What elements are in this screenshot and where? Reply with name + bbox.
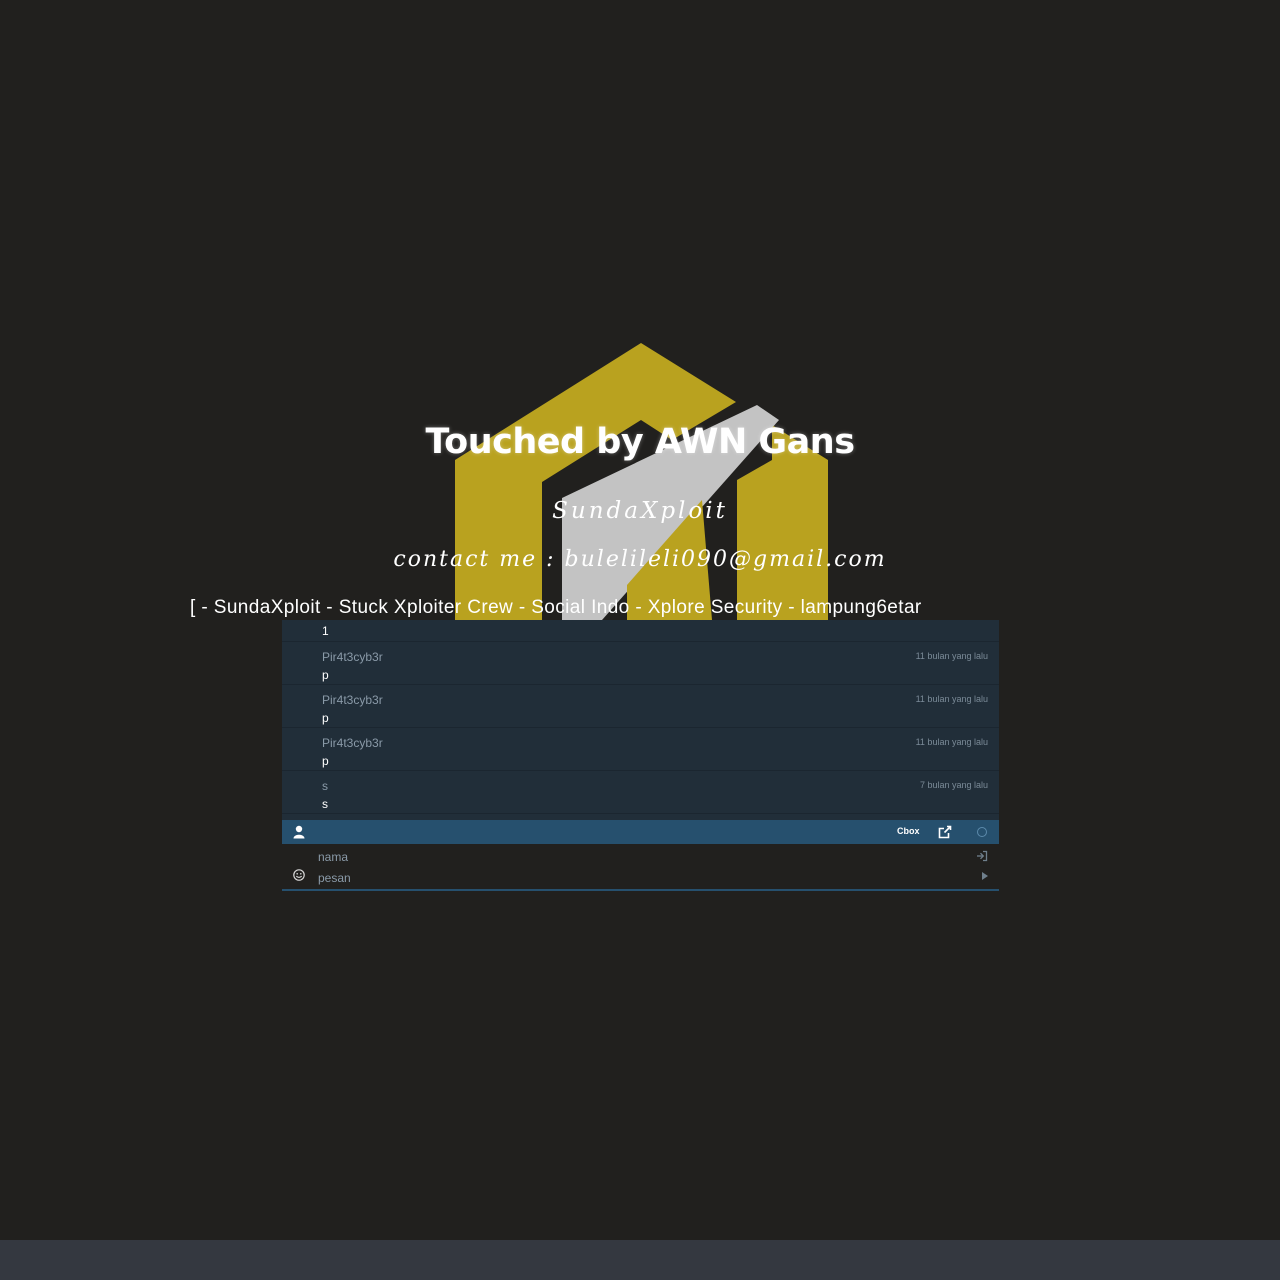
message-time: 7 bulan yang lalu	[919, 780, 988, 790]
team-list: [ - SundaXploit - Stuck Xploiter Crew - …	[190, 597, 922, 618]
message-text: 1	[322, 624, 329, 638]
name-input[interactable]	[318, 849, 918, 865]
message-item: s 7 bulan yang lalu s	[282, 771, 999, 814]
message-author[interactable]: s	[322, 779, 328, 793]
message-author[interactable]: Pir4t3cyb3r	[322, 736, 383, 750]
message-text: s	[322, 797, 328, 811]
sign-in-icon[interactable]	[976, 850, 988, 862]
user-icon[interactable]	[293, 825, 305, 839]
contact-line: contact me : bulelileli090@gmail.com	[393, 547, 887, 572]
message-list[interactable]: 1 Pir4t3cyb3r 11 bulan yang lalu p Pir4t…	[282, 620, 999, 820]
message-author[interactable]: Pir4t3cyb3r	[322, 693, 383, 707]
page-subtitle: SundaXploit	[552, 498, 728, 524]
message-item: Pir4t3cyb3r 11 bulan yang lalu p	[282, 685, 999, 728]
message-time: 11 bulan yang lalu	[915, 694, 988, 704]
message-item: 1	[282, 620, 999, 642]
cbox-link[interactable]: Cbox	[897, 826, 920, 836]
team-logo	[455, 343, 828, 620]
chat-box: 1 Pir4t3cyb3r 11 bulan yang lalu p Pir4t…	[282, 620, 999, 891]
message-text: p	[322, 711, 329, 725]
message-input[interactable]	[318, 870, 918, 886]
page-footer	[0, 1240, 1280, 1280]
message-text: p	[322, 668, 329, 682]
message-item: Pir4t3cyb3r 11 bulan yang lalu p	[282, 642, 999, 685]
message-time: 11 bulan yang lalu	[915, 737, 988, 747]
page-title: Touched by AWN Gans	[425, 422, 855, 462]
chat-form	[282, 844, 999, 891]
chat-toolbar: Cbox	[282, 820, 999, 844]
smiley-icon[interactable]	[293, 869, 305, 881]
message-author[interactable]: Pir4t3cyb3r	[322, 650, 383, 664]
status-circle-icon[interactable]	[977, 827, 987, 837]
external-link-icon[interactable]	[938, 825, 952, 839]
message-text: p	[322, 754, 329, 768]
send-icon[interactable]	[982, 872, 988, 880]
message-time: 11 bulan yang lalu	[915, 651, 988, 661]
message-item: Pir4t3cyb3r 11 bulan yang lalu p	[282, 728, 999, 771]
